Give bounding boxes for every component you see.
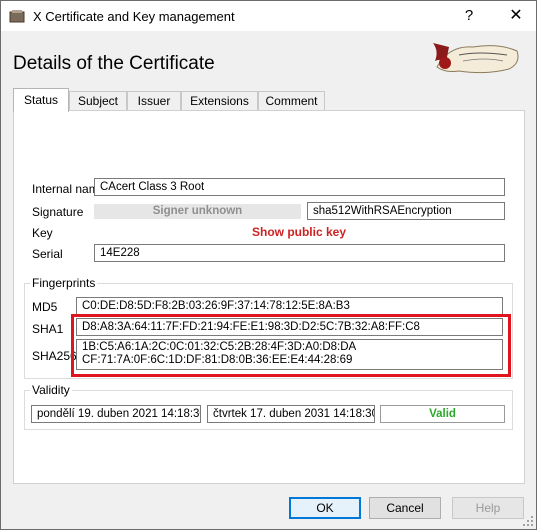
page-title: Details of the Certificate — [13, 53, 215, 74]
tab-comment[interactable]: Comment — [258, 91, 325, 110]
tab-subject[interactable]: Subject — [69, 91, 127, 110]
sha256-label: SHA256 — [32, 349, 77, 363]
resize-grip-icon[interactable] — [523, 516, 533, 526]
close-button[interactable]: ✕ — [498, 1, 534, 31]
fingerprint-highlight-box — [71, 314, 511, 377]
dialog-window: X Certificate and Key management ? ✕ Det… — [0, 0, 537, 530]
validity-group-title: Validity — [30, 383, 72, 397]
md5-label: MD5 — [32, 300, 58, 314]
validity-status-badge: Valid — [380, 405, 505, 423]
fingerprints-group-title: Fingerprints — [30, 276, 98, 290]
ok-button[interactable]: OK — [289, 497, 361, 519]
internal-name-field[interactable]: CAcert Class 3 Root — [94, 178, 505, 196]
signer-status: Signer unknown — [94, 204, 301, 219]
not-after-field[interactable]: čtvrtek 17. duben 2031 14:18:30 — [207, 405, 375, 423]
tab-status[interactable]: Status — [13, 88, 69, 112]
signature-label: Signature — [32, 205, 84, 219]
help-button: Help — [452, 497, 524, 519]
app-icon — [9, 10, 25, 23]
show-public-key-link[interactable]: Show public key — [94, 225, 504, 239]
signature-algorithm-field[interactable]: sha512WithRSAEncryption — [307, 202, 505, 220]
not-before-field[interactable]: pondělí 19. duben 2021 14:18:30 — [31, 405, 201, 423]
title-bar[interactable]: X Certificate and Key management ? ✕ — [1, 1, 536, 31]
cancel-button[interactable]: Cancel — [369, 497, 441, 519]
serial-field[interactable]: 14E228 — [94, 244, 505, 262]
xca-logo — [433, 43, 519, 74]
md5-field[interactable]: C0:DE:D8:5D:F8:2B:03:26:9F:37:14:78:12:5… — [76, 297, 503, 315]
tab-issuer[interactable]: Issuer — [127, 91, 181, 110]
serial-label: Serial — [32, 247, 63, 261]
window-title: X Certificate and Key management — [33, 9, 235, 24]
key-label: Key — [32, 226, 53, 240]
help-titlebar-button[interactable]: ? — [453, 1, 485, 31]
sha1-label: SHA1 — [32, 322, 64, 336]
tab-extensions[interactable]: Extensions — [181, 91, 258, 110]
